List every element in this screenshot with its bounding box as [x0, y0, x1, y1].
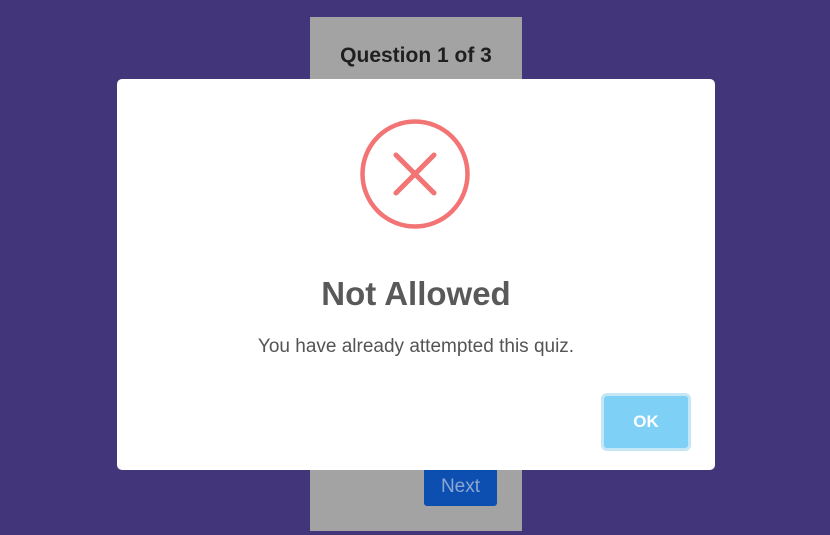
not-allowed-dialog: Not Allowed You have already attempted t… [117, 79, 715, 470]
error-x-icon [360, 119, 470, 229]
question-progress-heading: Question 1 of 3 [340, 44, 492, 67]
dialog-title: Not Allowed [321, 275, 511, 312]
next-button[interactable]: Next [424, 467, 497, 506]
dialog-message: You have already attempted this quiz. [257, 336, 575, 357]
ok-button[interactable]: OK [601, 393, 691, 451]
